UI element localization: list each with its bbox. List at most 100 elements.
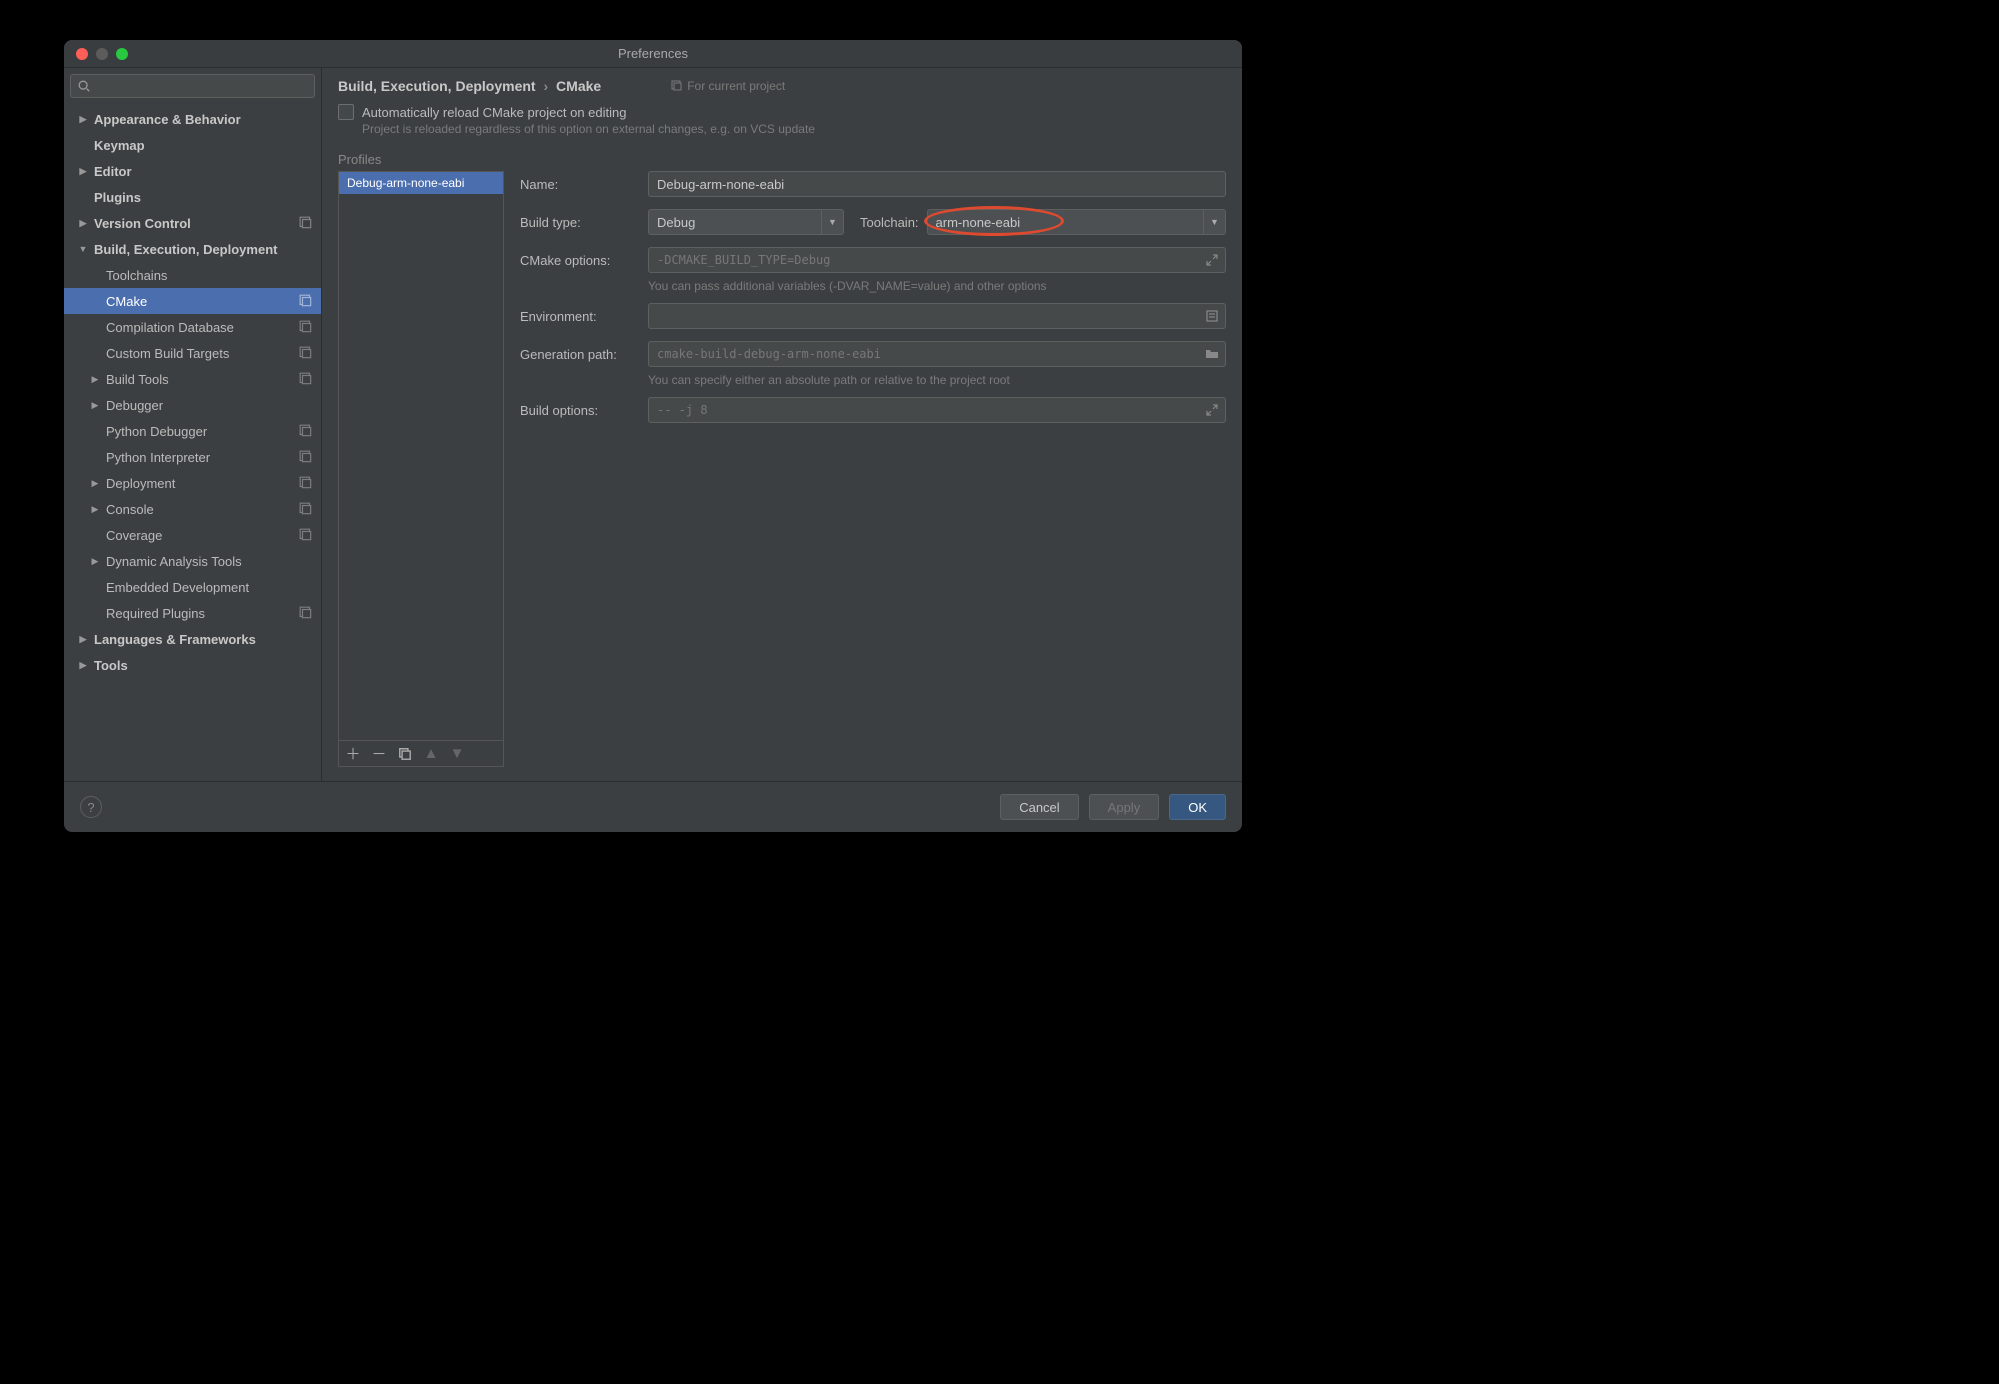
sidebar-item-label: CMake — [106, 294, 147, 309]
sidebar-item-compilation-database[interactable]: Compilation Database — [64, 314, 321, 340]
sidebar-item-appearance-behavior[interactable]: ▶Appearance & Behavior — [64, 106, 321, 132]
sidebar-item-deployment[interactable]: ▶ Deployment — [64, 470, 321, 496]
build-type-label: Build type: — [520, 215, 648, 230]
tree-arrow-icon: ▶ — [78, 660, 88, 671]
settings-tree: ▶Appearance & BehaviorKeymap▶EditorPlugi… — [64, 104, 321, 781]
sidebar-item-build-execution-deployment[interactable]: ▼Build, Execution, Deployment — [64, 236, 321, 262]
sidebar: ▶Appearance & BehaviorKeymap▶EditorPlugi… — [64, 68, 322, 781]
sidebar-item-console[interactable]: ▶ Console — [64, 496, 321, 522]
chevron-down-icon: ▼ — [821, 210, 843, 234]
environment-label: Environment: — [520, 309, 648, 324]
profiles-heading: Profiles — [322, 144, 1242, 171]
sidebar-item-label: Debugger — [106, 398, 163, 413]
sidebar-item-label: Editor — [94, 164, 132, 179]
sidebar-item-coverage[interactable]: Coverage — [64, 522, 321, 548]
sidebar-item-label: Build Tools — [106, 372, 169, 387]
chevron-down-icon: ▼ — [1203, 210, 1225, 234]
expand-icon[interactable] — [1205, 403, 1219, 417]
sidebar-item-python-interpreter[interactable]: Python Interpreter — [64, 444, 321, 470]
sidebar-item-version-control[interactable]: ▶Version Control — [64, 210, 321, 236]
sidebar-item-embedded-development[interactable]: Embedded Development — [64, 574, 321, 600]
breadcrumb-page: CMake — [556, 78, 601, 94]
profile-item[interactable]: Debug-arm-none-eabi — [339, 172, 503, 194]
window-controls — [64, 48, 128, 60]
tree-arrow-icon: ▶ — [78, 166, 88, 177]
project-badge-icon — [299, 346, 313, 360]
sidebar-item-tools[interactable]: ▶Tools — [64, 652, 321, 678]
search-input[interactable] — [70, 74, 315, 98]
tree-arrow-icon: ▶ — [90, 374, 100, 385]
generation-path-input[interactable]: cmake-build-debug-arm-none-eabi — [648, 341, 1226, 367]
toolchain-label: Toolchain: — [860, 215, 919, 230]
auto-reload-checkbox[interactable] — [338, 104, 354, 120]
sidebar-item-label: Coverage — [106, 528, 162, 543]
tree-arrow-icon: ▶ — [90, 504, 100, 515]
tree-arrow-icon: ▶ — [90, 478, 100, 489]
sidebar-item-label: Python Debugger — [106, 424, 207, 439]
profiles-toolbar: ＋ － ▲ ▼ — [339, 740, 503, 766]
project-scope-badge: For current project — [671, 79, 785, 93]
copy-icon — [671, 80, 683, 92]
sidebar-item-toolchains[interactable]: Toolchains — [64, 262, 321, 288]
cmake-options-hint: You can pass additional variables (-DVAR… — [648, 279, 1226, 293]
help-button[interactable]: ? — [80, 796, 102, 818]
sidebar-item-editor[interactable]: ▶ Editor — [64, 158, 321, 184]
sidebar-item-label: Version Control — [94, 216, 191, 231]
sidebar-item-keymap[interactable]: Keymap — [64, 132, 321, 158]
sidebar-item-label: Deployment — [106, 476, 175, 491]
sidebar-item-label: Console — [106, 502, 154, 517]
minimize-window-button[interactable] — [96, 48, 108, 60]
list-icon[interactable] — [1205, 309, 1219, 323]
sidebar-item-dynamic-analysis-tools[interactable]: ▶ Dynamic Analysis Tools — [64, 548, 321, 574]
move-up-button[interactable]: ▲ — [423, 745, 439, 762]
search-icon — [77, 79, 91, 93]
close-window-button[interactable] — [76, 48, 88, 60]
toolchain-select[interactable]: arm-none-eabi ▼ — [927, 209, 1226, 235]
environment-input[interactable] — [648, 303, 1226, 329]
expand-icon[interactable] — [1205, 253, 1219, 267]
breadcrumb-section: Build, Execution, Deployment — [338, 78, 536, 94]
cmake-options-input[interactable]: -DCMAKE_BUILD_TYPE=Debug — [648, 247, 1226, 273]
folder-icon[interactable] — [1205, 347, 1219, 361]
build-type-select[interactable]: Debug ▼ — [648, 209, 844, 235]
project-badge-icon — [299, 476, 313, 490]
sidebar-item-plugins[interactable]: Plugins — [64, 184, 321, 210]
profiles-list[interactable]: Debug-arm-none-eabi — [339, 172, 503, 740]
remove-profile-button[interactable]: － — [371, 743, 387, 764]
sidebar-item-required-plugins[interactable]: Required Plugins — [64, 600, 321, 626]
sidebar-item-python-debugger[interactable]: Python Debugger — [64, 418, 321, 444]
sidebar-item-cmake[interactable]: CMake — [64, 288, 321, 314]
main-panel: Build, Execution, Deployment › CMake For… — [322, 68, 1242, 781]
fullscreen-window-button[interactable] — [116, 48, 128, 60]
project-badge-icon — [299, 528, 313, 542]
project-badge-icon — [299, 424, 313, 438]
tree-arrow-icon: ▶ — [90, 556, 100, 567]
build-options-input[interactable]: -- -j 8 — [648, 397, 1226, 423]
sidebar-item-label: Build, Execution, Deployment — [94, 242, 277, 257]
sidebar-item-label: Plugins — [94, 190, 141, 205]
tree-arrow-icon: ▶ — [78, 634, 88, 645]
project-badge-icon — [299, 216, 313, 230]
move-down-button[interactable]: ▼ — [449, 745, 465, 762]
breadcrumb: Build, Execution, Deployment › CMake — [338, 78, 601, 94]
add-profile-button[interactable]: ＋ — [345, 743, 361, 764]
apply-button[interactable]: Apply — [1089, 794, 1160, 820]
cmake-options-label: CMake options: — [520, 253, 648, 268]
sidebar-item-custom-build-targets[interactable]: Custom Build Targets — [64, 340, 321, 366]
name-input[interactable]: Debug-arm-none-eabi — [648, 171, 1226, 197]
cancel-button[interactable]: Cancel — [1000, 794, 1078, 820]
sidebar-item-label: Dynamic Analysis Tools — [106, 554, 242, 569]
copy-profile-button[interactable] — [397, 747, 413, 761]
auto-reload-label: Automatically reload CMake project on ed… — [362, 105, 626, 120]
project-badge-icon — [299, 320, 313, 334]
breadcrumb-separator: › — [543, 78, 548, 94]
footer: ? Cancel Apply OK — [64, 781, 1242, 832]
sidebar-item-label: Languages & Frameworks — [94, 632, 256, 647]
sidebar-item-build-tools[interactable]: ▶ Build Tools — [64, 366, 321, 392]
ok-button[interactable]: OK — [1169, 794, 1226, 820]
sidebar-item-label: Python Interpreter — [106, 450, 210, 465]
sidebar-item-label: Appearance & Behavior — [94, 112, 241, 127]
sidebar-item-debugger[interactable]: ▶Debugger — [64, 392, 321, 418]
sidebar-item-languages-frameworks[interactable]: ▶ Languages & Frameworks — [64, 626, 321, 652]
window-title: Preferences — [618, 46, 688, 61]
